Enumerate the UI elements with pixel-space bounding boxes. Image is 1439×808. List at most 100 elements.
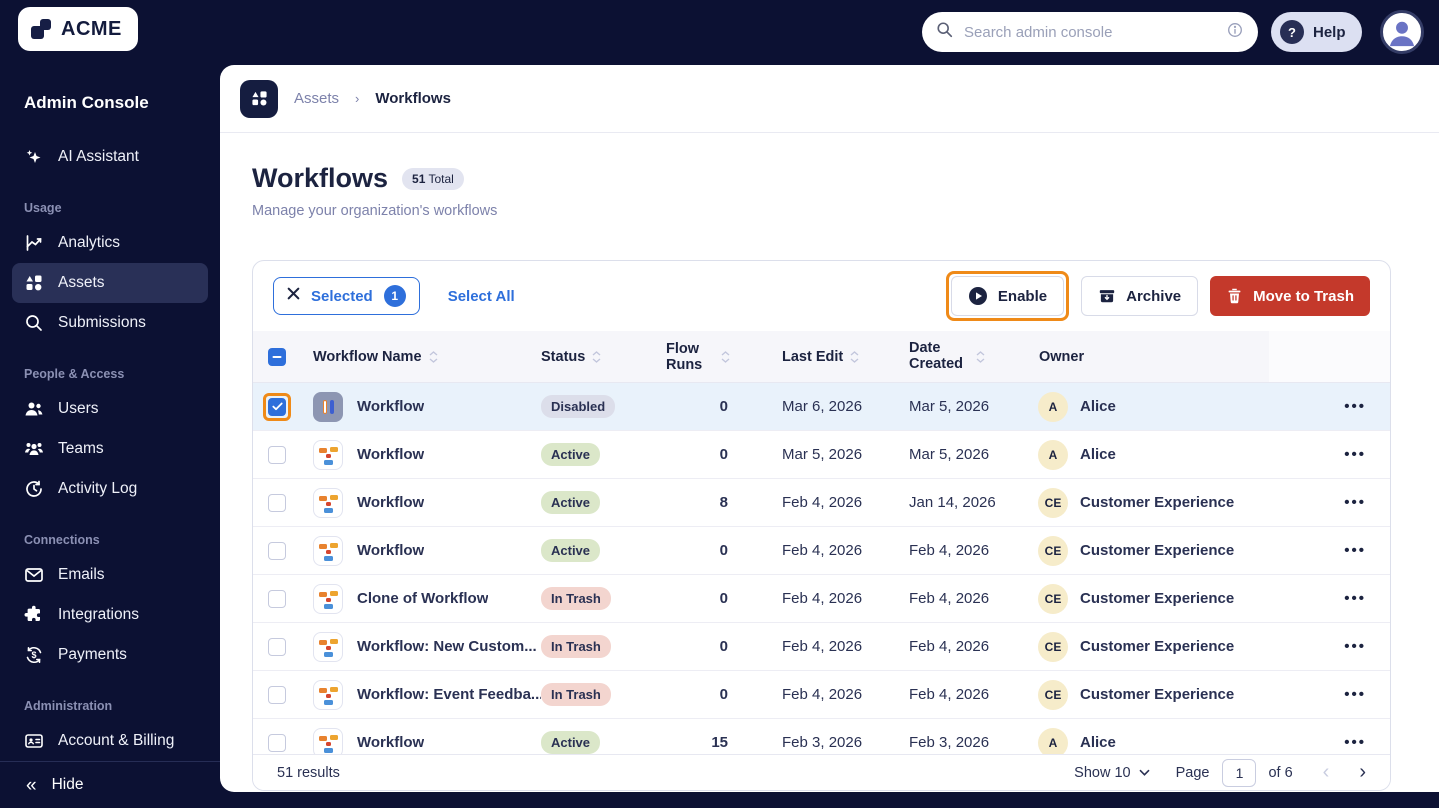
sidebar-item-assets[interactable]: Assets [12, 263, 208, 303]
previous-page-button[interactable]: ‹ [1323, 761, 1330, 784]
sidebar-item-account-billing[interactable]: Account & Billing [12, 721, 208, 761]
status-badge: Disabled [541, 395, 616, 418]
help-button[interactable]: ? Help [1271, 12, 1362, 52]
table-row[interactable]: Workflow Disabled 0 Mar 6, 2026 Mar 5, 2… [253, 383, 1390, 431]
table-row[interactable]: Workflow Active 0 Feb 4, 2026 Feb 4, 202… [253, 527, 1390, 575]
sort-icon[interactable] [429, 350, 438, 363]
last-edit-value: Mar 6, 2026 [782, 398, 863, 415]
acme-logo-text: ACME [61, 17, 122, 40]
collapse-icon: « [26, 774, 37, 796]
sidebar-item-ai-assistant[interactable]: AI Assistant [12, 137, 208, 177]
owner-name: Customer Experience [1080, 638, 1235, 655]
search-input[interactable] [964, 23, 1216, 41]
user-avatar[interactable] [1380, 10, 1424, 54]
status-badge: Active [541, 731, 601, 754]
sidebar-item-integrations[interactable]: Integrations [12, 595, 208, 635]
sort-icon[interactable] [850, 350, 859, 363]
column-header-last-edit[interactable]: Last Edit [756, 349, 883, 365]
row-actions-button[interactable]: ••• [1344, 494, 1366, 511]
row-checkbox[interactable] [268, 733, 286, 752]
page-size-select[interactable]: Show 10 [1074, 765, 1150, 781]
sort-icon[interactable] [721, 350, 730, 363]
table-row[interactable]: Workflow Active 8 Feb 4, 2026 Jan 14, 20… [253, 479, 1390, 527]
archive-button[interactable]: Archive [1081, 276, 1199, 316]
sidebar-item-users[interactable]: Users [12, 389, 208, 429]
next-page-button[interactable]: › [1359, 761, 1366, 784]
column-header-workflow-name[interactable]: Workflow Name [301, 349, 541, 365]
magnifier-icon [24, 313, 44, 333]
sidebar-hide-button[interactable]: « Hide [0, 761, 220, 808]
admin-search-bar[interactable] [922, 12, 1258, 52]
sidebar-section-usage: Usage [24, 201, 62, 215]
puzzle-icon [24, 605, 44, 625]
table-row[interactable]: Workflow Active 15 Feb 3, 2026 Feb 3, 20… [253, 719, 1390, 754]
sidebar-item-activity-log[interactable]: Activity Log [12, 469, 208, 509]
row-actions-button[interactable]: ••• [1344, 398, 1366, 415]
enable-highlight-annotation: Enable [945, 271, 1070, 321]
status-badge: Active [541, 539, 601, 562]
sidebar-item-emails[interactable]: Emails [12, 555, 208, 595]
row-checkbox[interactable] [268, 685, 286, 704]
flow-runs-value: 0 [719, 446, 728, 463]
play-circle-icon [968, 287, 987, 305]
sidebar-item-payments[interactable]: $ Payments [12, 635, 208, 675]
table-row[interactable]: Workflow: Event Feedba... In Trash 0 Feb… [253, 671, 1390, 719]
owner-name: Alice [1080, 398, 1116, 415]
move-to-trash-button[interactable]: Move to Trash [1210, 276, 1370, 316]
info-icon[interactable] [1226, 21, 1244, 44]
sidebar-item-teams[interactable]: Teams [12, 429, 208, 469]
select-all-checkbox[interactable] [268, 347, 286, 366]
total-count-badge: 51 Total [402, 167, 464, 190]
row-checkbox[interactable] [268, 445, 286, 464]
column-header-flow-runs[interactable]: Flow Runs [666, 341, 756, 373]
workflow-icon [313, 631, 343, 662]
person-icon [1389, 21, 1415, 47]
sort-icon[interactable] [976, 350, 985, 363]
last-edit-value: Feb 4, 2026 [782, 638, 863, 655]
sidebar-section-people: People & Access [24, 367, 125, 381]
select-all-button[interactable]: Select All [448, 288, 515, 305]
row-actions-button[interactable]: ••• [1344, 446, 1366, 463]
status-badge: Active [541, 443, 601, 466]
workflow-icon [313, 535, 343, 566]
row-actions-button[interactable]: ••• [1344, 734, 1366, 751]
column-header-date-created[interactable]: Date Created [883, 340, 1013, 373]
flow-runs-value: 0 [719, 542, 728, 559]
envelope-icon [24, 565, 44, 585]
clear-selection-button[interactable]: Selected 1 [273, 277, 420, 315]
row-checkbox[interactable] [268, 589, 286, 608]
page-number-input[interactable] [1222, 758, 1257, 787]
row-actions-button[interactable]: ••• [1344, 638, 1366, 655]
svg-text:$: $ [31, 650, 36, 660]
last-edit-value: Feb 4, 2026 [782, 686, 863, 703]
page-label: Page [1175, 764, 1210, 781]
owner-avatar: CE [1038, 679, 1068, 710]
column-header-status[interactable]: Status [541, 349, 666, 365]
row-actions-button[interactable]: ••• [1344, 590, 1366, 607]
selected-count-badge: 1 [383, 285, 406, 307]
row-checkbox[interactable] [268, 637, 286, 656]
sidebar-item-submissions[interactable]: Submissions [12, 303, 208, 343]
date-created-value: Jan 14, 2026 [909, 494, 996, 511]
table-row[interactable]: Workflow: New Custom... In Trash 0 Feb 4… [253, 623, 1390, 671]
breadcrumb-assets-link[interactable]: Assets [294, 90, 339, 107]
bulk-actions-toolbar: Selected 1 Select All Enable Archive Mov… [253, 261, 1390, 331]
last-edit-value: Feb 4, 2026 [782, 590, 863, 607]
sort-icon[interactable] [592, 350, 601, 363]
row-checkbox[interactable] [268, 493, 286, 512]
row-checkbox[interactable] [268, 397, 286, 416]
clock-history-icon [24, 479, 44, 499]
acme-logo[interactable]: ACME [18, 7, 138, 51]
row-checkbox[interactable] [268, 541, 286, 560]
chevron-down-icon [1139, 769, 1150, 776]
row-actions-button[interactable]: ••• [1344, 686, 1366, 703]
table-row[interactable]: Workflow Active 0 Mar 5, 2026 Mar 5, 202… [253, 431, 1390, 479]
sidebar-item-analytics[interactable]: Analytics [12, 223, 208, 263]
workflow-name: Workflow [357, 734, 425, 751]
status-badge: In Trash [541, 635, 611, 658]
table-row[interactable]: Clone of Workflow In Trash 0 Feb 4, 2026… [253, 575, 1390, 623]
status-badge: In Trash [541, 587, 611, 610]
enable-button[interactable]: Enable [950, 276, 1065, 316]
owner-name: Alice [1080, 446, 1116, 463]
row-actions-button[interactable]: ••• [1344, 542, 1366, 559]
